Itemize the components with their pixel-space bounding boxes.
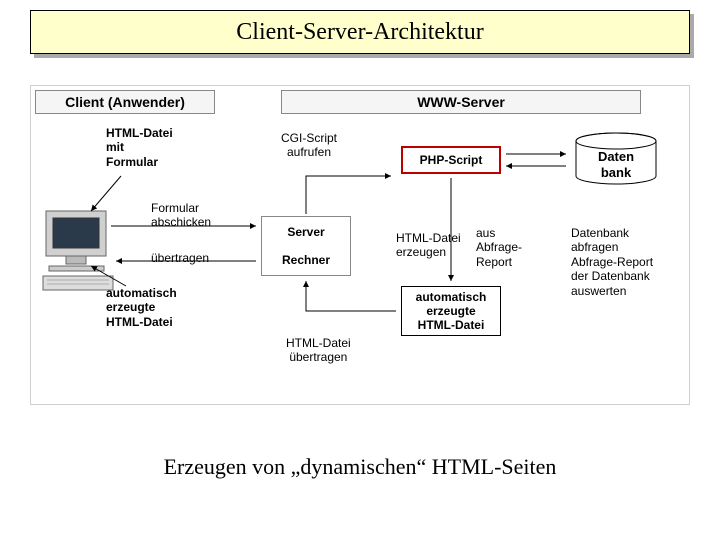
- php-script-box: PHP-Script: [401, 146, 501, 174]
- server-rechner-box: Server Rechner: [261, 216, 351, 276]
- www-server-header: WWW-Server: [281, 90, 641, 114]
- html-erzeugen-label: HTML-Datei erzeugen: [396, 231, 461, 260]
- title-banner: Client-Server-Architektur: [30, 10, 690, 54]
- cgi-call-label: CGI-Script aufrufen: [281, 131, 337, 160]
- transmit-label: übertragen: [151, 251, 209, 265]
- architecture-diagram: Client (Anwender) WWW-Server HTML-Datei …: [30, 85, 690, 405]
- bank-label: bank: [571, 165, 661, 180]
- html-transmit-label: HTML-Datei übertragen: [286, 336, 351, 365]
- aus-abfrage-label: aus Abfrage- Report: [476, 226, 522, 269]
- title-box: Client-Server-Architektur: [30, 10, 690, 54]
- daten-label: Daten: [571, 149, 661, 164]
- db-query-label: Datenbank abfragen Abfrage-Report der Da…: [571, 226, 653, 298]
- page-title: Client-Server-Architektur: [236, 19, 483, 46]
- caption-text: Erzeugen von „dynamischen“ HTML-Seiten: [0, 454, 720, 480]
- client-header: Client (Anwender): [35, 90, 215, 114]
- auto-html-left-label: automatisch erzeugte HTML-Datei: [106, 286, 177, 329]
- auto-html-right-box: automatisch erzeugte HTML-Datei: [401, 286, 501, 336]
- form-send-label: Formular abschicken: [151, 201, 211, 230]
- database-icon: Daten bank: [571, 131, 661, 191]
- html-form-label: HTML-Datei mit Formular: [106, 126, 173, 169]
